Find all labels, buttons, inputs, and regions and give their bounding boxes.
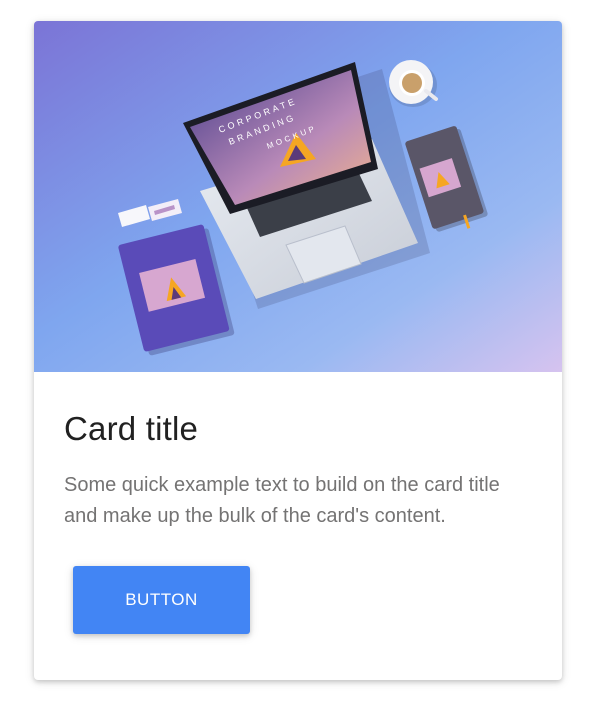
- card-title: Card title: [64, 410, 199, 447]
- card-image: CORPORATE BRANDING MOCKUP: [34, 21, 562, 372]
- card: CORPORATE BRANDING MOCKUP Card title Som…: [34, 21, 562, 680]
- card-button[interactable]: BUTTON: [73, 566, 250, 634]
- card-text: Some quick example text to build on the …: [64, 474, 500, 527]
